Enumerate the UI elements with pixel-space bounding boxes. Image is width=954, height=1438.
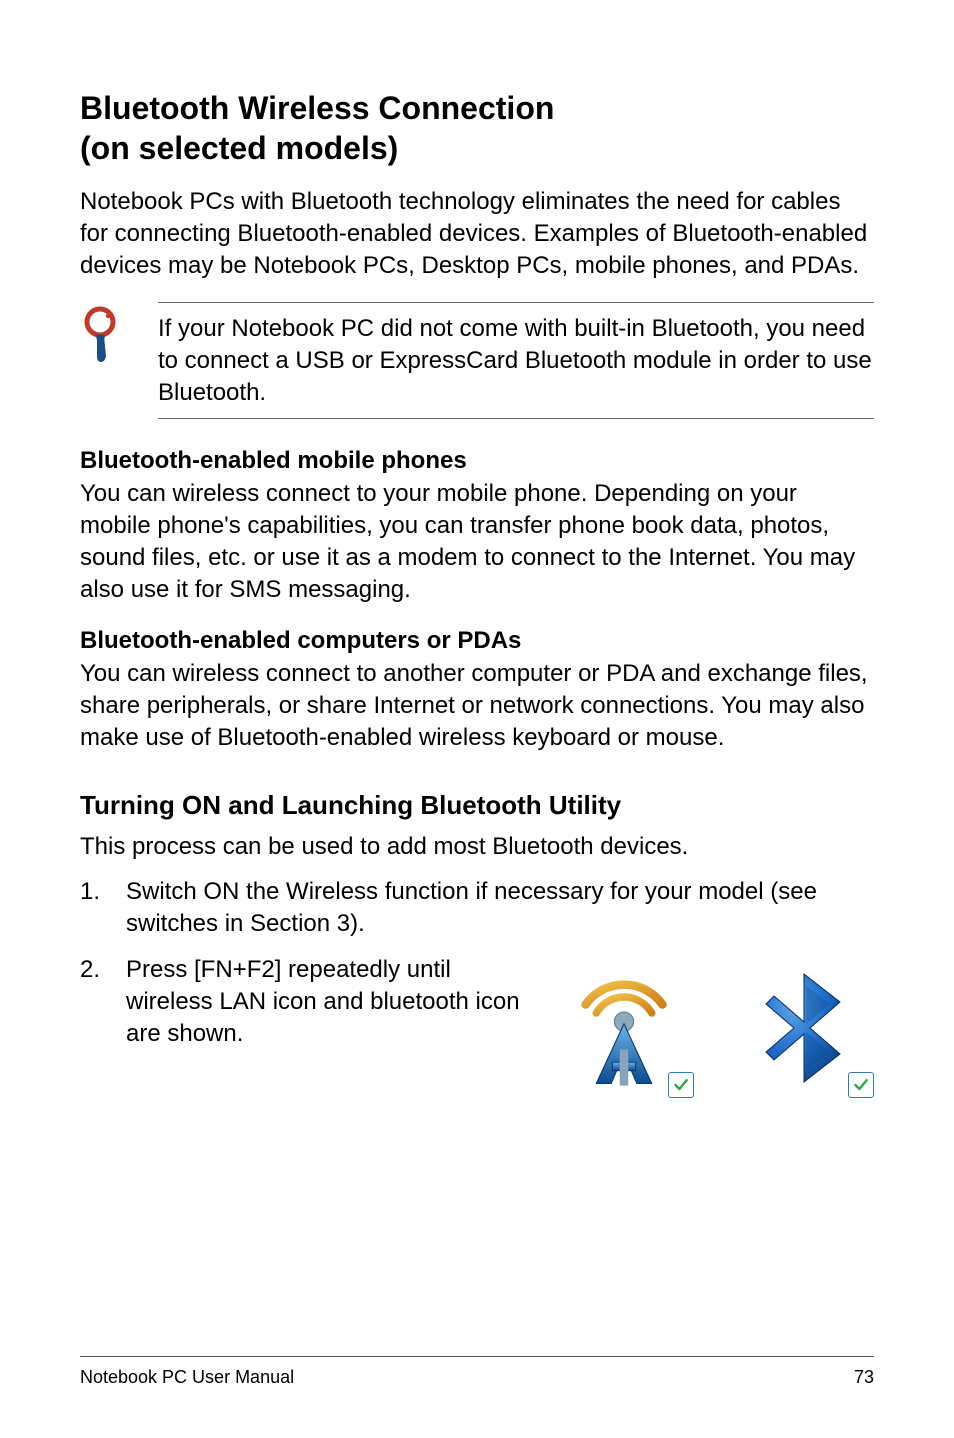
- step-1-number: 1.: [80, 876, 126, 940]
- step-2-text: Press [FN+F2] repeatedly until wireless …: [126, 954, 550, 1050]
- step-1-text: Switch ON the Wireless function if neces…: [126, 876, 874, 940]
- bluetooth-icon: [734, 958, 874, 1098]
- note-callout: If your Notebook PC did not come with bu…: [80, 302, 874, 420]
- page-footer: Notebook PC User Manual 73: [80, 1356, 874, 1388]
- utility-heading: Turning ON and Launching Bluetooth Utili…: [80, 790, 874, 821]
- step-2-number: 2.: [80, 954, 126, 1098]
- section-heading-phones: Bluetooth-enabled mobile phones: [80, 445, 874, 477]
- intro-paragraph: Notebook PCs with Bluetooth technology e…: [80, 186, 874, 282]
- check-badge-icon: [668, 1072, 694, 1098]
- status-icons-group: [554, 958, 874, 1098]
- page-title: Bluetooth Wireless Connection (on select…: [80, 88, 874, 168]
- section-heading-computers: Bluetooth-enabled computers or PDAs: [80, 625, 874, 657]
- utility-intro: This process can be used to add most Blu…: [80, 831, 874, 863]
- note-text: If your Notebook PC did not come with bu…: [158, 313, 874, 409]
- step-1: 1. Switch ON the Wireless function if ne…: [80, 876, 874, 940]
- title-line-2: (on selected models): [80, 130, 398, 166]
- section-body-phones: You can wireless connect to your mobile …: [80, 478, 874, 606]
- step-2: 2. Press [FN+F2] repeatedly until wirele…: [80, 954, 874, 1098]
- footer-page-number: 73: [854, 1367, 874, 1388]
- tip-icon: [80, 306, 140, 371]
- section-body-computers: You can wireless connect to another comp…: [80, 658, 874, 754]
- wlan-antenna-icon: [554, 958, 694, 1098]
- title-line-1: Bluetooth Wireless Connection: [80, 90, 554, 126]
- check-badge-icon: [848, 1072, 874, 1098]
- note-text-wrap: If your Notebook PC did not come with bu…: [158, 302, 874, 420]
- footer-title: Notebook PC User Manual: [80, 1367, 294, 1388]
